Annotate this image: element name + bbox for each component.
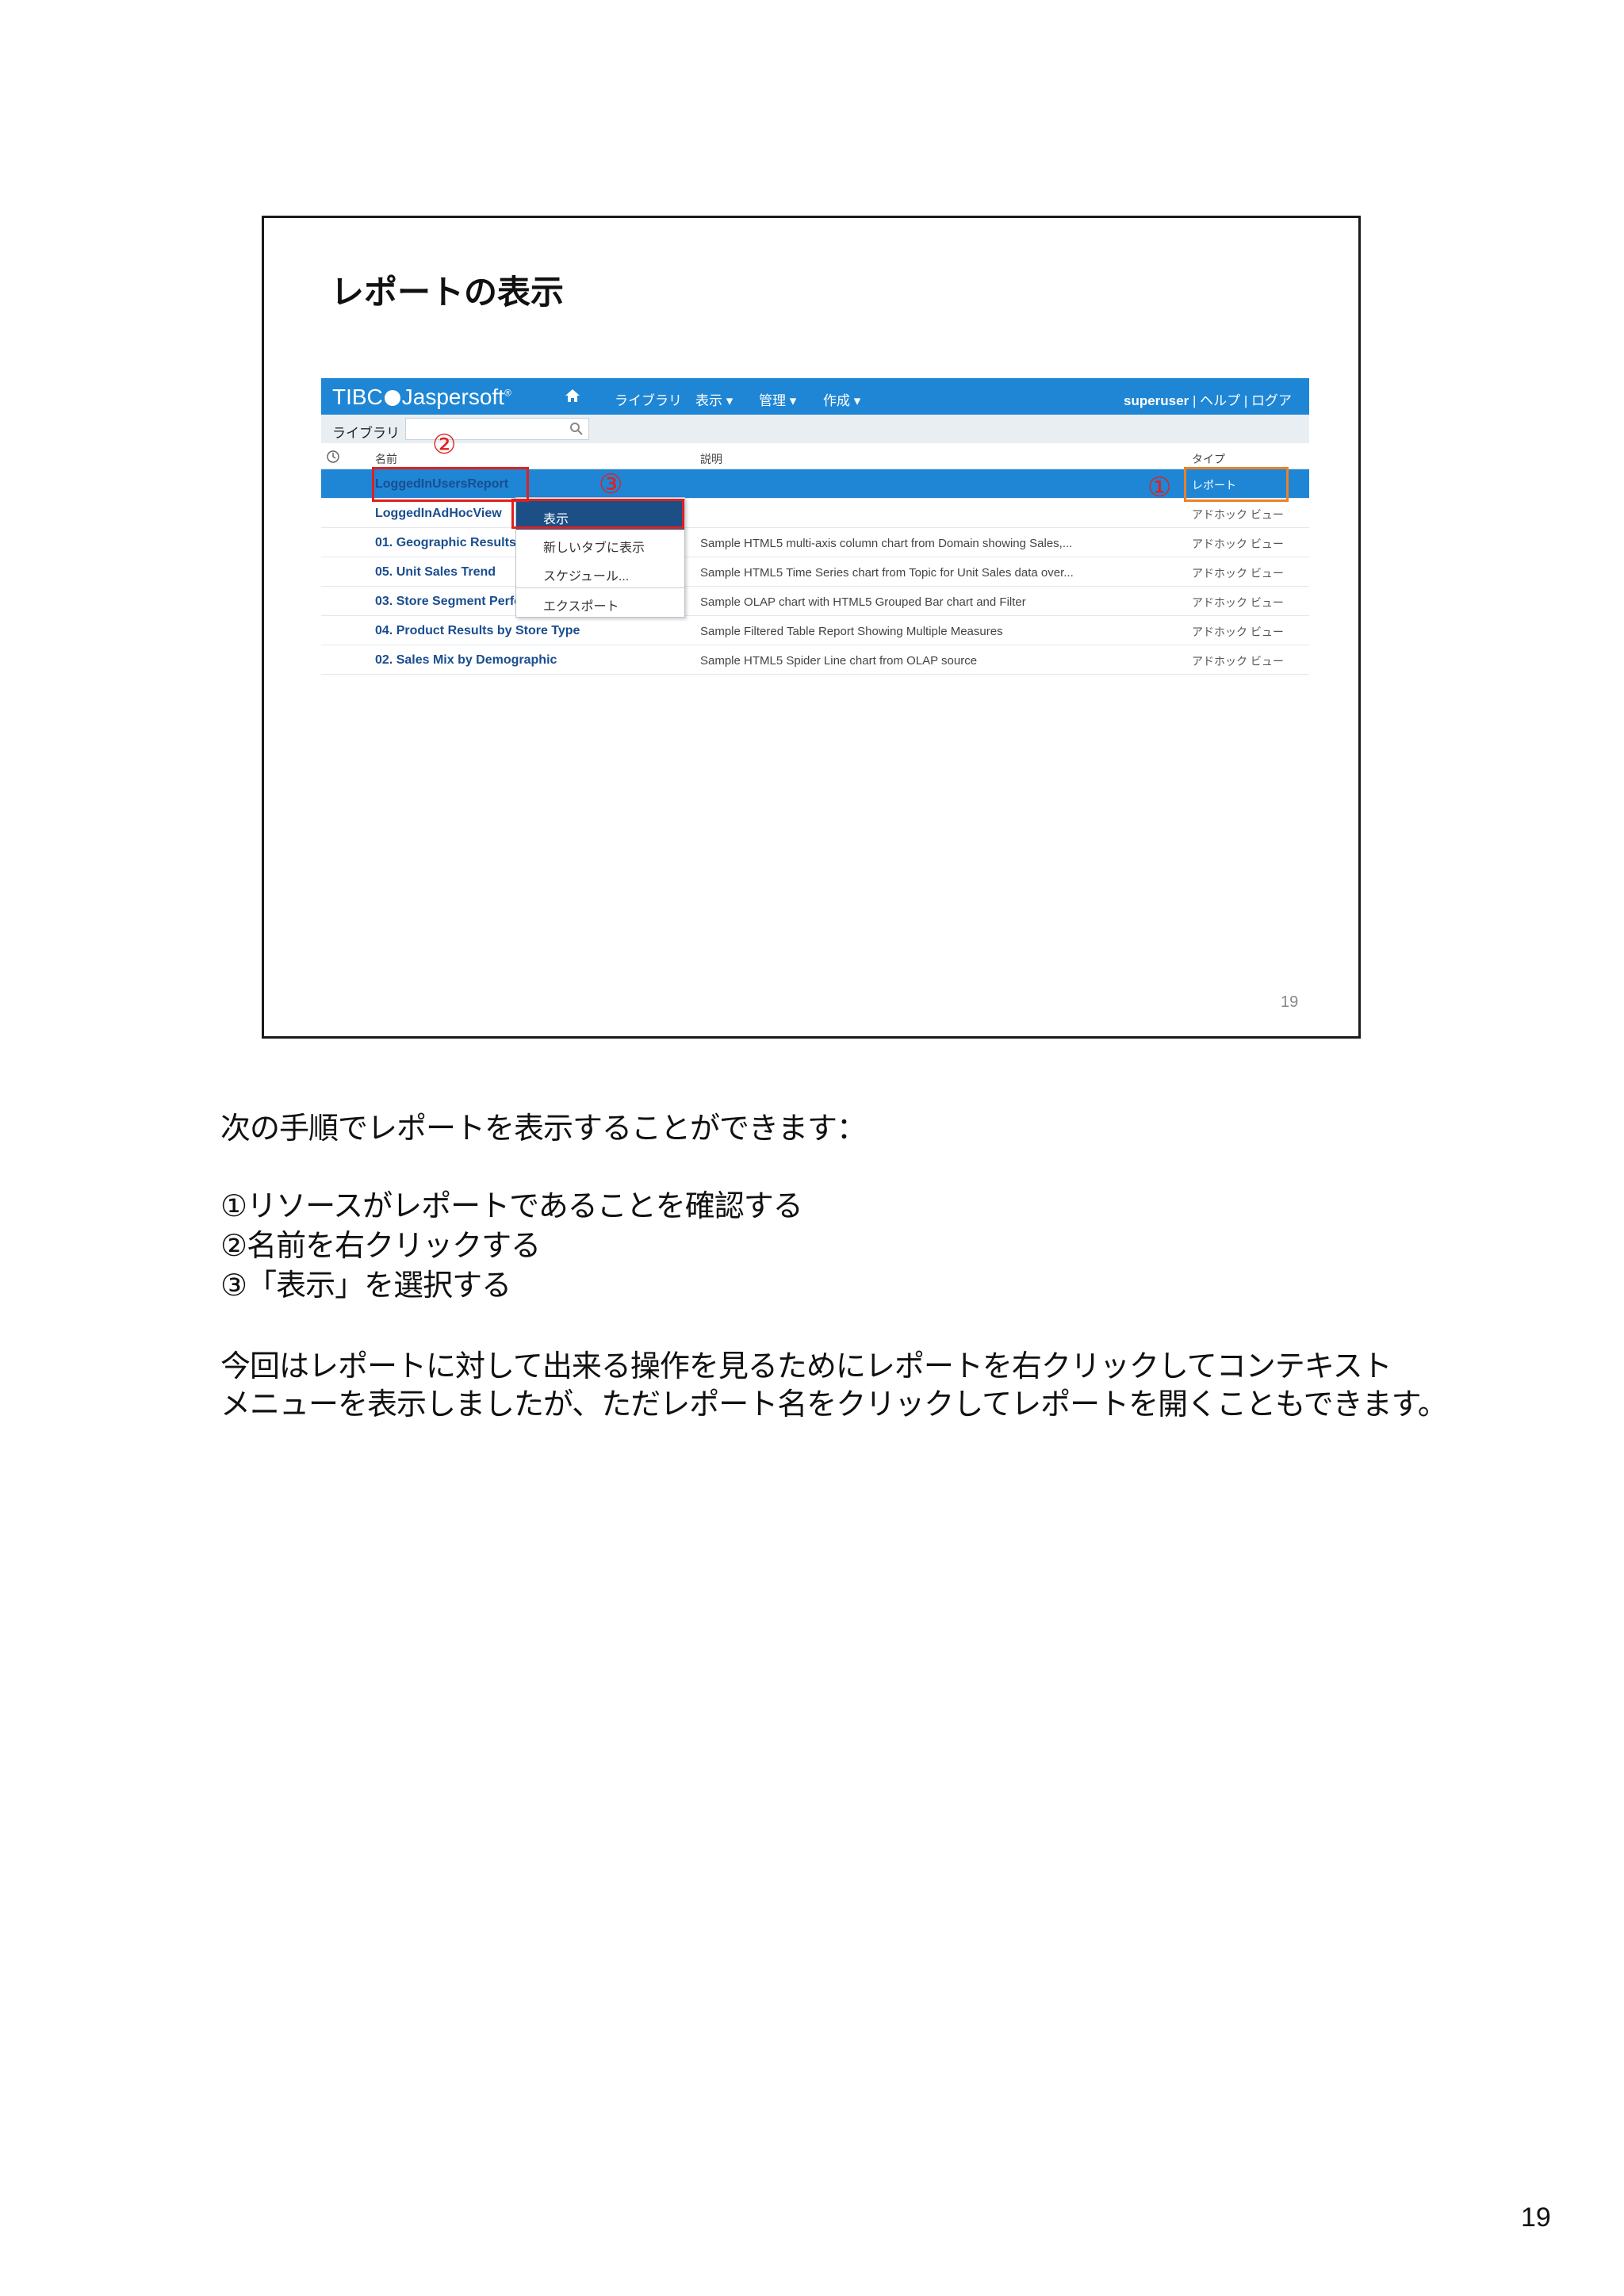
slide-frame: レポートの表示 TIBC Jaspersoft® ライブラリ 表示 ▾ 管理 ▾ … [262, 216, 1361, 1039]
table-row[interactable]: 04. Product Results by Store Type Sample… [321, 616, 1309, 645]
nav-manage-menu[interactable]: 管理 ▾ [759, 389, 796, 409]
notes-step-3: ③「表示」を選択する [220, 1268, 511, 1303]
notes-intro: 次の手順でレポートを表示することができます： [220, 1111, 867, 1146]
nav-create-menu[interactable]: 作成 ▾ [823, 389, 860, 409]
column-header-name[interactable]: 名前 [375, 451, 397, 467]
column-header-description[interactable]: 説明 [700, 451, 722, 467]
nav-library[interactable]: ライブラリ [615, 389, 682, 409]
logo-registered-mark: ® [504, 387, 511, 399]
logo-mark-icon [384, 390, 400, 406]
column-header-type[interactable]: タイプ [1192, 451, 1225, 467]
logout-link[interactable]: ログア [1251, 393, 1292, 408]
resource-type: アドホック ビュー [1192, 567, 1284, 580]
separator: | [1192, 393, 1201, 408]
home-icon[interactable] [565, 388, 580, 404]
table-row[interactable]: 02. Sales Mix by Demographic Sample HTML… [321, 645, 1309, 675]
resource-name[interactable]: LoggedInAdHocView [375, 507, 502, 521]
logo-suffix: Jaspersoft [401, 385, 504, 409]
resource-description: Sample OLAP chart with HTML5 Grouped Bar… [700, 595, 1026, 609]
table-row[interactable]: 05. Unit Sales Trend Sample HTML5 Time S… [321, 557, 1309, 587]
resource-type: アドホック ビュー [1192, 508, 1284, 521]
annotation-box-name [372, 467, 529, 502]
resource-name[interactable]: 02. Sales Mix by Demographic [375, 653, 557, 668]
menu-item-schedule[interactable]: スケジュール... [516, 558, 684, 587]
help-link[interactable]: ヘルプ [1200, 393, 1240, 408]
app-logo[interactable]: TIBC Jaspersoft® [332, 385, 511, 410]
library-label: ライブラリ [332, 426, 400, 441]
resource-description: Sample Filtered Table Report Showing Mul… [700, 625, 1003, 638]
table-row[interactable]: 03. Store Segment Performance Sample OLA… [321, 587, 1309, 616]
user-name[interactable]: superuser [1124, 393, 1189, 408]
marker-1: ① [1147, 472, 1172, 503]
page-number: 19 [1521, 2202, 1551, 2233]
library-subbar: ライブラリ [321, 415, 1309, 443]
separator: | [1243, 393, 1251, 408]
marker-2: ② [432, 429, 457, 461]
resource-type: アドホック ビュー [1192, 655, 1284, 668]
notes-step-1: ①リソースがレポートであることを確認する [220, 1188, 803, 1223]
logo-prefix: TIBC [332, 385, 383, 409]
annotation-box-view [511, 499, 684, 529]
menu-item-label: エクスポート [543, 600, 619, 614]
menu-item-open-new-tab[interactable]: 新しいタブに表示 [516, 530, 684, 558]
slide-number: 19 [1281, 993, 1299, 1011]
slide-title: レポートの表示 [331, 273, 565, 312]
menu-item-label: スケジュール... [543, 570, 630, 584]
top-nav-bar: TIBC Jaspersoft® ライブラリ 表示 ▾ 管理 ▾ 作成 ▾ sup… [321, 378, 1309, 415]
notes-paragraph-line-1: 今回はレポートに対して出来る操作を見るためにレポートを右クリックしてコンテキスト [220, 1349, 1392, 1383]
resource-type: アドホック ビュー [1192, 626, 1284, 638]
menu-item-label: 新しいタブに表示 [543, 541, 645, 555]
resource-description: Sample HTML5 Time Series chart from Topi… [700, 566, 1074, 580]
resource-type: アドホック ビュー [1192, 538, 1284, 550]
marker-3: ③ [599, 469, 623, 500]
resource-name[interactable]: 05. Unit Sales Trend [375, 565, 496, 580]
table-header: 名前 説明 タイプ [321, 445, 1309, 469]
resource-name[interactable]: 04. Product Results by Store Type [375, 624, 580, 638]
clock-icon[interactable] [326, 450, 340, 464]
notes-paragraph-line-2: メニューを表示しましたが、ただレポート名をクリックしてレポートを開くこともできま… [220, 1387, 1448, 1422]
table-row[interactable]: 01. Geographic Results by Segment Sample… [321, 528, 1309, 557]
user-links: superuser | ヘルプ | ログア [1124, 389, 1292, 409]
resource-type: アドホック ビュー [1192, 596, 1284, 609]
menu-item-export[interactable]: エクスポート [516, 588, 684, 617]
notes-step-2: ②名前を右クリックする [220, 1228, 541, 1263]
resource-description: Sample HTML5 multi-axis column chart fro… [700, 537, 1073, 550]
resource-description: Sample HTML5 Spider Line chart from OLAP… [700, 654, 978, 668]
annotation-box-type [1184, 467, 1289, 502]
jaspersoft-screenshot: TIBC Jaspersoft® ライブラリ 表示 ▾ 管理 ▾ 作成 ▾ sup… [321, 378, 1309, 687]
nav-view-menu[interactable]: 表示 ▾ [695, 389, 733, 409]
search-icon[interactable] [569, 422, 584, 436]
